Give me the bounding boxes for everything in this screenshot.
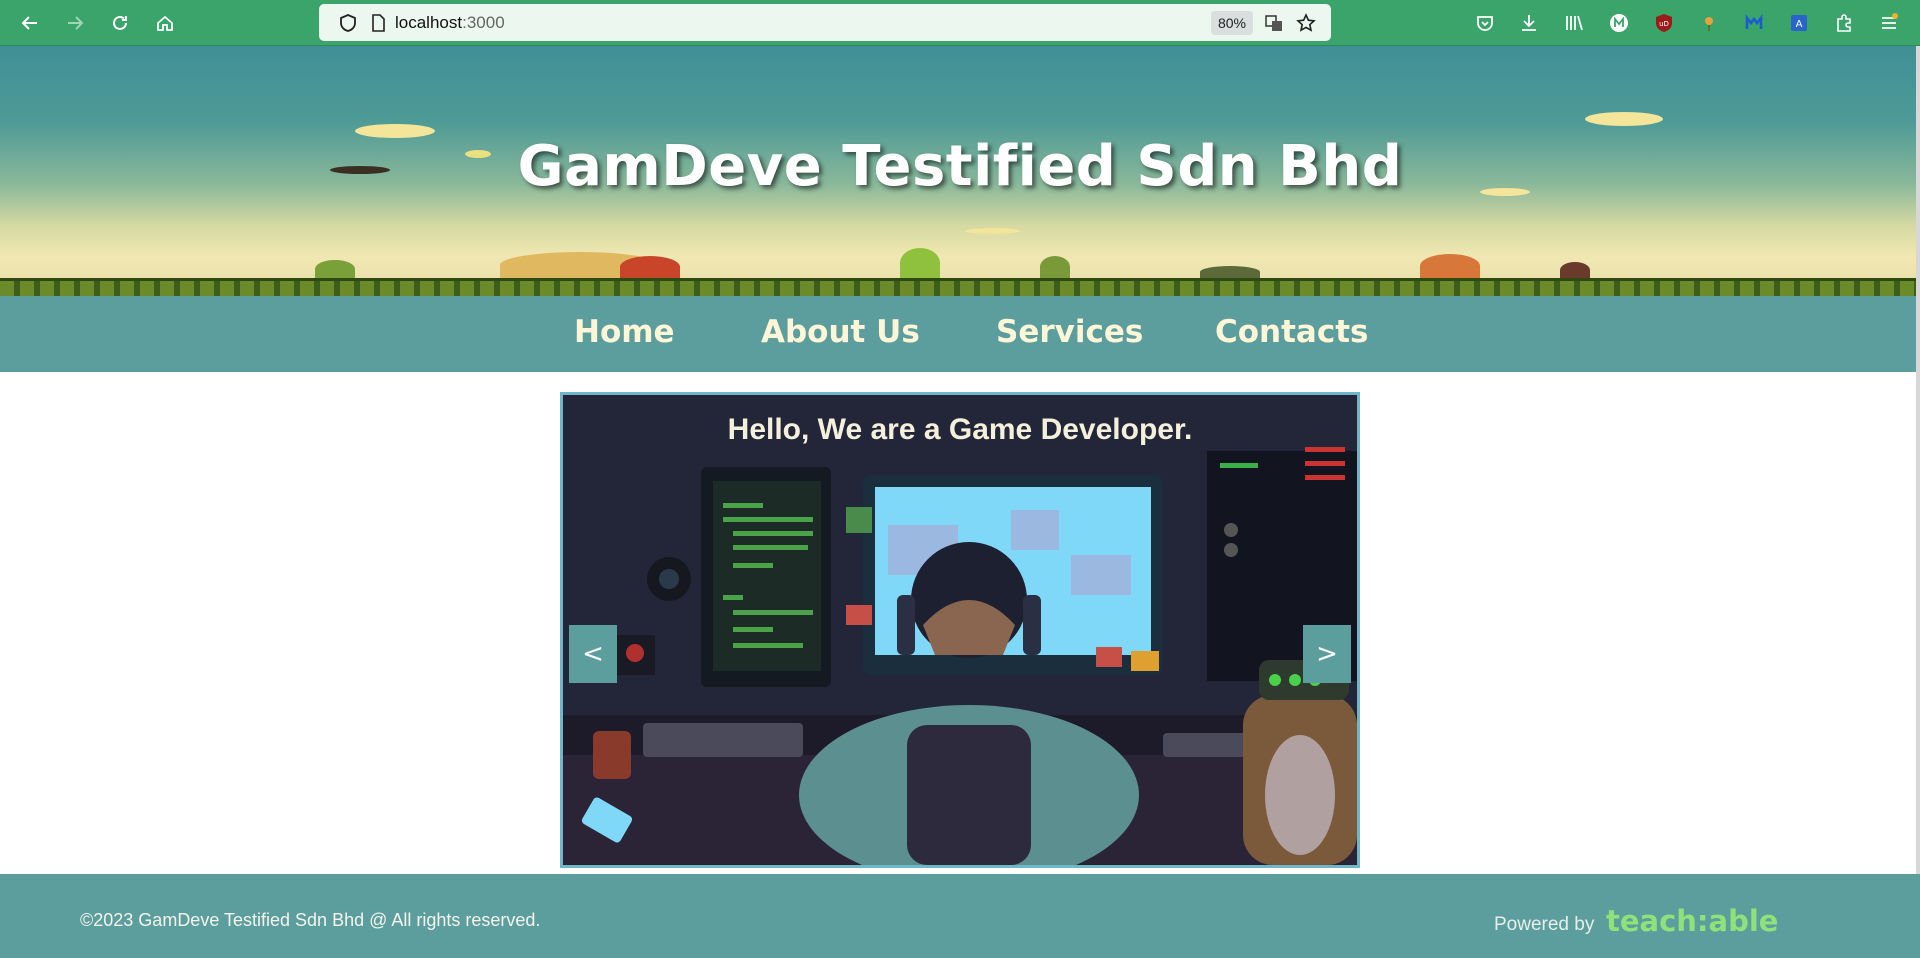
library-icon — [1566, 15, 1583, 31]
bookmark-star-icon[interactable] — [1295, 12, 1317, 34]
pocket-icon — [1477, 16, 1493, 31]
downloads-button[interactable] — [1514, 8, 1544, 38]
ublock-button[interactable]: uD — [1649, 8, 1679, 38]
browser-toolbar: localhost:3000 80% uD A — [0, 0, 1920, 46]
url-text: localhost:3000 — [395, 13, 505, 32]
hamburger-menu-icon — [1882, 13, 1898, 29]
ublock-shield-icon: uD — [1656, 14, 1672, 32]
decoration — [900, 248, 940, 278]
malwarebytes-icon — [1745, 14, 1763, 29]
reload-button[interactable] — [105, 8, 135, 38]
main-nav: Home About Us Services Contacts — [0, 296, 1920, 372]
nav-contacts[interactable]: Contacts — [1215, 314, 1369, 350]
shield-icon[interactable] — [337, 12, 359, 34]
svg-text:uD: uD — [1659, 20, 1669, 28]
nav-services[interactable]: Services — [996, 314, 1143, 350]
nav-about-us[interactable]: About Us — [761, 314, 920, 350]
decoration — [315, 260, 355, 278]
decoration — [620, 256, 680, 278]
pocket-button[interactable] — [1470, 8, 1500, 38]
home-icon — [157, 15, 173, 31]
url-bar[interactable]: localhost:3000 80% — [319, 4, 1331, 41]
site-footer: ©2023 GamDeve Testified Sdn Bhd @ All ri… — [0, 874, 1920, 958]
ground-strip — [0, 278, 1920, 296]
extensions-button[interactable] — [1829, 8, 1859, 38]
extension-m-button[interactable] — [1604, 8, 1634, 38]
site-title: GamDeve Testified Sdn Bhd — [517, 134, 1403, 199]
flower-icon — [1705, 17, 1713, 31]
cloud — [1585, 112, 1663, 126]
m-logo-icon — [1610, 14, 1628, 32]
arrow-right-icon — [68, 16, 84, 30]
powered-by-label: Powered by — [1494, 914, 1595, 935]
arrow-left-icon — [21, 16, 37, 30]
translate-extension-button[interactable]: A — [1784, 8, 1814, 38]
zoom-level[interactable]: 80% — [1210, 11, 1253, 35]
back-button[interactable] — [15, 8, 45, 38]
header-banner: GamDeve Testified Sdn Bhd — [0, 46, 1920, 296]
extension-flower-button[interactable] — [1694, 8, 1724, 38]
teachable-logo[interactable]: teach:able — [1606, 904, 1778, 938]
translate-icon[interactable] — [1263, 12, 1285, 34]
svg-text:A: A — [1796, 19, 1803, 30]
reload-icon — [113, 15, 127, 30]
puzzle-icon — [1837, 14, 1851, 32]
decoration — [1560, 262, 1590, 278]
home-button[interactable] — [150, 8, 180, 38]
extension-mb-button[interactable] — [1739, 8, 1769, 38]
decoration — [1200, 266, 1260, 278]
page-scrollbar[interactable] — [1916, 46, 1920, 874]
hero-slideshow: Hello, We are a Game Developer. < > — [560, 392, 1360, 868]
page-icon — [367, 12, 389, 34]
decoration — [1420, 254, 1480, 278]
menu-button[interactable] — [1874, 8, 1904, 38]
slide-caption: Hello, We are a Game Developer. — [727, 413, 1193, 446]
forward-button[interactable] — [60, 8, 90, 38]
slide-prev-button[interactable]: < — [569, 625, 617, 683]
download-icon — [1522, 15, 1536, 31]
slide-next-button[interactable]: > — [1303, 625, 1351, 683]
nav-home[interactable]: Home — [574, 314, 675, 350]
copyright-text: ©2023 GamDeve Testified Sdn Bhd @ All ri… — [80, 910, 541, 930]
translate-ext-icon: A — [1791, 15, 1807, 31]
game-developer-illustration — [563, 395, 1357, 865]
decoration — [1040, 256, 1070, 278]
library-button[interactable] — [1559, 8, 1589, 38]
cloud — [965, 228, 1020, 234]
